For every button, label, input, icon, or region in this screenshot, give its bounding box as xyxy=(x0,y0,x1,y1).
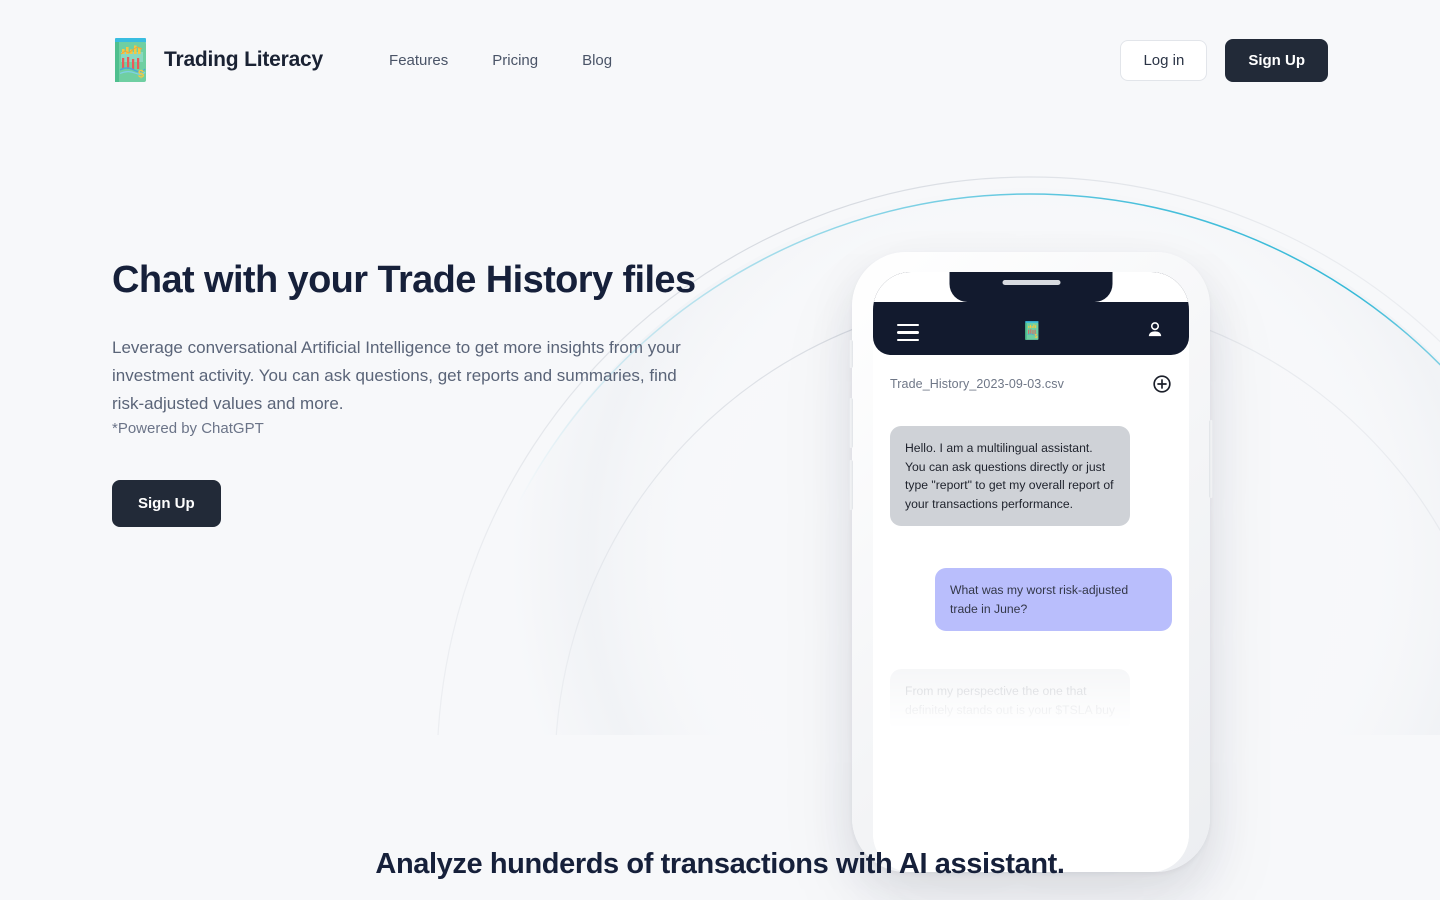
hero-powered-note: *Powered by ChatGPT xyxy=(112,419,264,437)
phone-notch xyxy=(949,272,1113,302)
hero-subtitle: Leverage conversational Artificial Intel… xyxy=(112,337,681,413)
phone-screen: $ Trade_History_2023-09-03.csv Hello. I … xyxy=(873,272,1189,872)
nav-item-blog[interactable]: Blog xyxy=(580,48,614,73)
phone-power-button xyxy=(1209,420,1213,498)
phone-mockup: $ Trade_History_2023-09-03.csv Hello. I … xyxy=(849,252,1213,872)
phone-volume-down-button xyxy=(849,460,853,510)
chat-area: Trade_History_2023-09-03.csv Hello. I am… xyxy=(873,355,1189,872)
svg-text:$: $ xyxy=(1034,334,1037,340)
app-topbar: $ xyxy=(873,272,1189,355)
features-intro-section: Analyze hunderds of transactions with AI… xyxy=(0,848,1440,881)
main-navigation: Features Pricing Blog xyxy=(387,48,614,73)
signup-button-hero[interactable]: Sign Up xyxy=(112,479,221,527)
earpiece-speaker xyxy=(1002,280,1060,285)
hero-section: Chat with your Trade History files Lever… xyxy=(112,258,732,527)
brand-logo-link[interactable]: $ Trading Literacy xyxy=(112,36,323,84)
chat-message-assistant-2: From my perspective the one that definit… xyxy=(890,669,1130,733)
header-actions: Log in Sign Up xyxy=(1120,38,1328,82)
signup-button-header[interactable]: Sign Up xyxy=(1225,38,1328,82)
hamburger-menu-icon[interactable] xyxy=(897,323,919,341)
nav-item-features[interactable]: Features xyxy=(387,48,450,73)
plus-circle-icon[interactable] xyxy=(1152,374,1172,394)
hero-title: Chat with your Trade History files xyxy=(112,259,696,301)
section-two-title: Analyze hunderds of transactions with AI… xyxy=(375,848,1065,880)
person-icon[interactable] xyxy=(1145,319,1165,341)
login-button[interactable]: Log in xyxy=(1120,39,1208,81)
file-name-label: Trade_History_2023-09-03.csv xyxy=(890,377,1064,391)
nav-item-pricing[interactable]: Pricing xyxy=(490,48,540,73)
chat-message-user-1: What was my worst risk-adjusted trade in… xyxy=(935,568,1172,632)
svg-text:$: $ xyxy=(138,69,144,81)
phone-volume-up-button xyxy=(849,398,853,448)
trading-book-chart-icon: $ xyxy=(112,36,152,84)
chat-message-assistant-1: Hello. I am a multilingual assistant. Yo… xyxy=(890,426,1130,527)
active-file-row: Trade_History_2023-09-03.csv xyxy=(890,355,1172,394)
phone-mute-switch xyxy=(849,340,853,368)
site-header: $ Trading Literacy Features Pricing Blog… xyxy=(0,0,1440,120)
app-logo-icon: $ xyxy=(1024,320,1041,341)
brand-name: Trading Literacy xyxy=(164,48,324,71)
landing-page: $ Trading Literacy Features Pricing Blog… xyxy=(0,0,1440,900)
